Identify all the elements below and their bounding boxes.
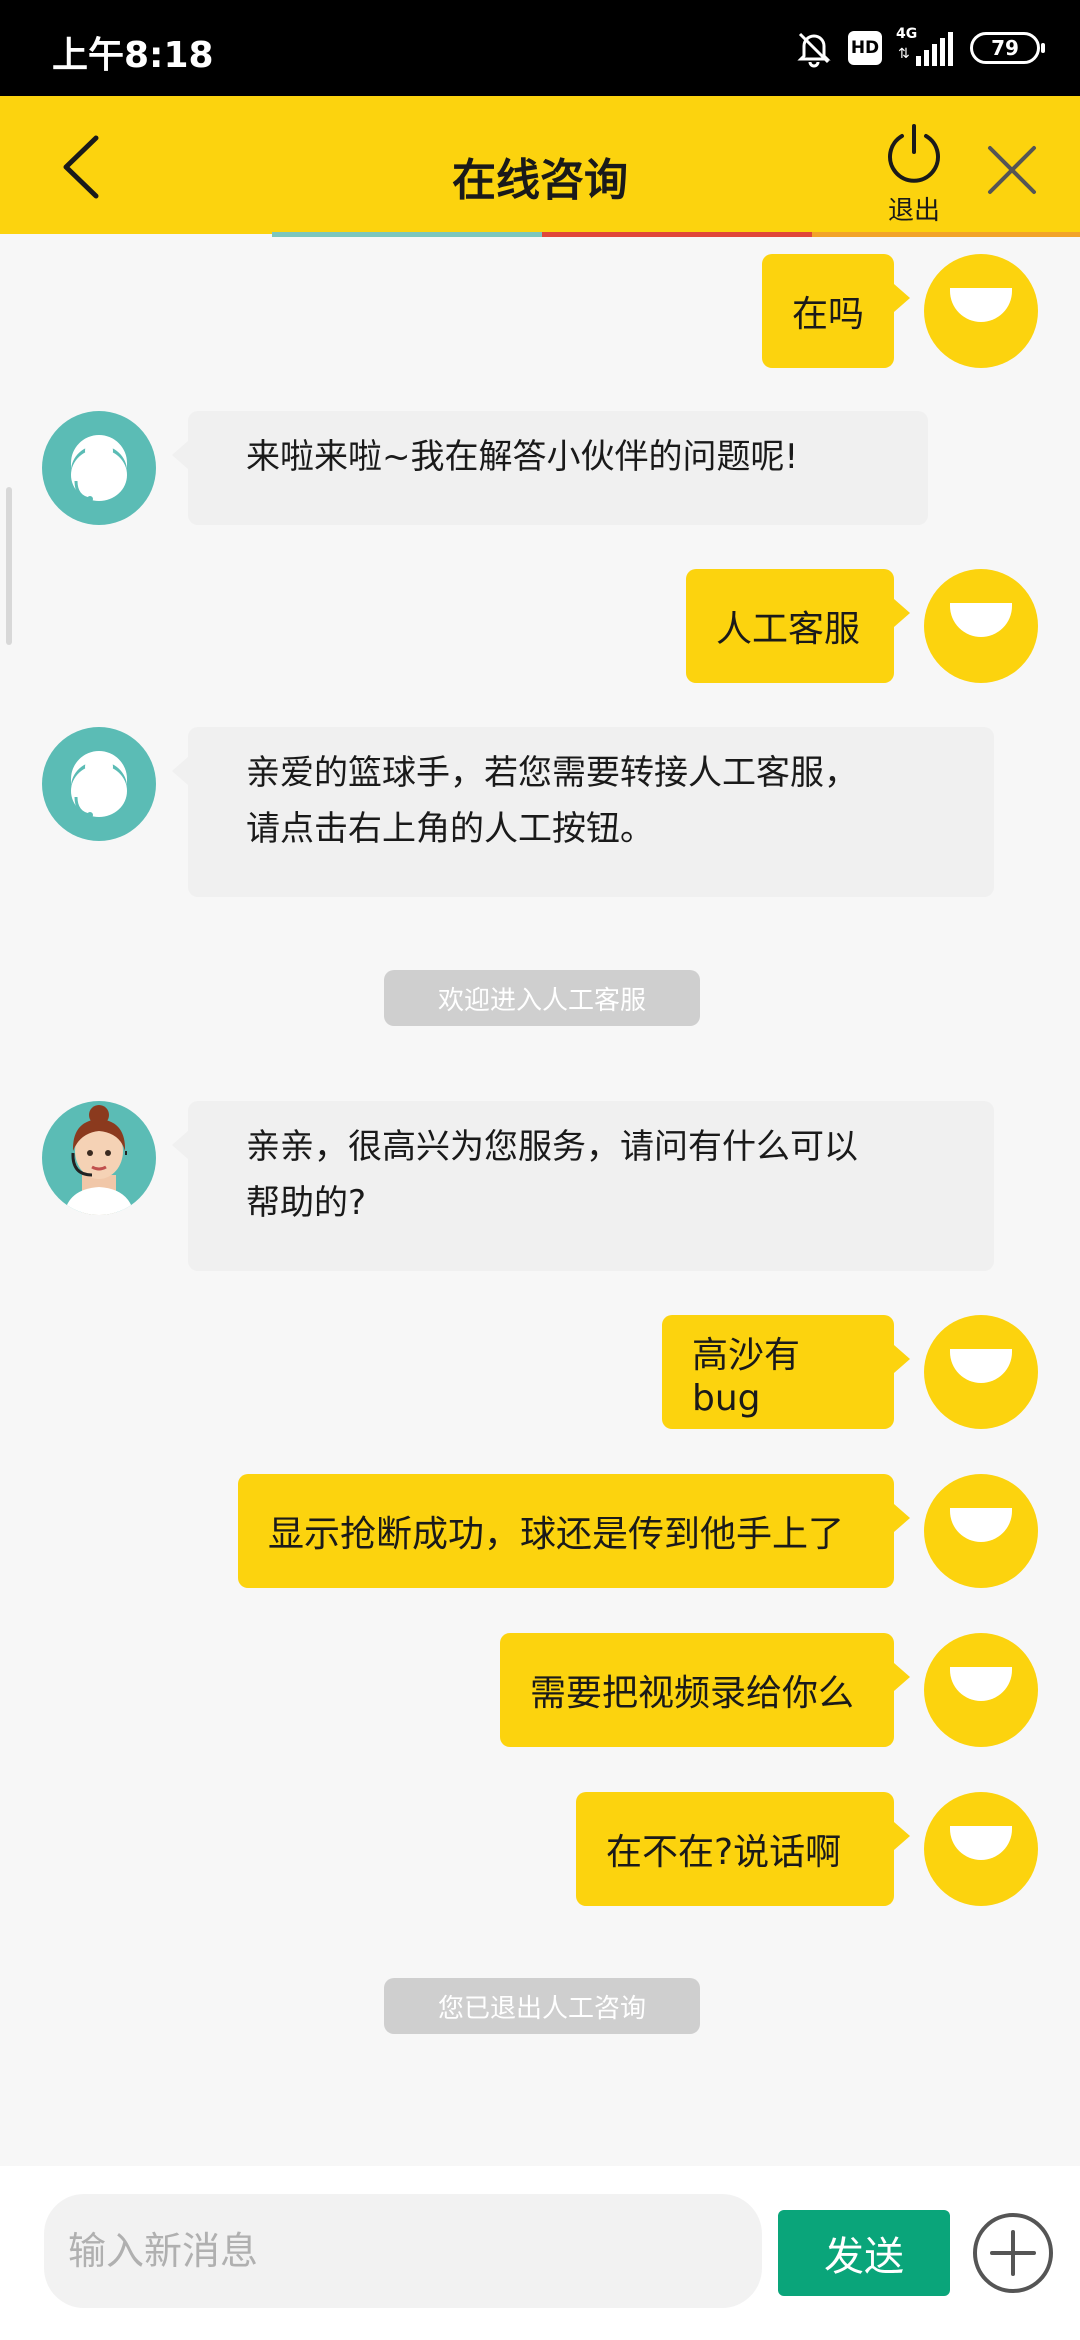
back-button[interactable]: [56, 132, 116, 202]
message-text: 在吗: [792, 294, 865, 335]
user-avatar[interactable]: [924, 1633, 1038, 1747]
battery-icon: 79: [970, 32, 1045, 64]
bot-avatar: [42, 727, 156, 841]
user-avatar[interactable]: [924, 569, 1038, 683]
bot-avatar-icon: [71, 751, 127, 818]
agent-avatar-icon: [64, 1105, 134, 1215]
message-text: 来啦来啦~我在解答小伙伴的问题呢!: [246, 437, 799, 477]
status-bar: 上午8:18 HD 4G ⇅ 79: [0, 0, 1080, 96]
user-avatar[interactable]: [924, 1474, 1038, 1588]
bot-message-bubble: 来啦来啦~我在解答小伙伴的问题呢!: [172, 411, 928, 525]
user-avatar[interactable]: [924, 254, 1038, 368]
hd-badge: HD: [848, 31, 882, 65]
agent-message-bubble: 亲亲，很高兴为您服务，请问有什么可以 帮助的?: [172, 1101, 994, 1271]
scroll-indicator[interactable]: [6, 487, 12, 645]
user-message-bubble: 显示抢断成功，球还是传到他手上了: [238, 1474, 910, 1588]
message-line: 亲亲，很高兴为您服务，请问有什么可以: [246, 1127, 858, 1167]
message-text: 人工客服: [716, 609, 861, 650]
user-message-bubble: 在不在?说话啊: [576, 1792, 910, 1906]
close-button[interactable]: [982, 140, 1042, 200]
send-button[interactable]: 发送: [778, 2210, 950, 2296]
chat-area[interactable]: 在吗 来啦来啦~我在解答小伙伴的问题呢! 人工客服 亲爱的篮球手，若您需要转接人…: [0, 237, 1080, 2047]
user-message-bubble: 在吗: [762, 254, 910, 368]
message-text: 高沙有bug: [692, 1334, 801, 1419]
status-time: 上午8:18: [52, 35, 214, 76]
logout-label: 退出: [887, 196, 940, 226]
plus-circle-icon: [973, 2213, 1053, 2293]
message-line: 亲爱的篮球手，若您需要转接人工客服，: [246, 753, 858, 793]
message-line: 请点击右上角的人工按钮。: [246, 809, 654, 849]
bot-message-bubble: 亲爱的篮球手，若您需要转接人工客服， 请点击右上角的人工按钮。: [172, 727, 994, 897]
power-icon: [888, 124, 940, 183]
user-message-bubble: 高沙有bug: [662, 1315, 910, 1429]
logout-button[interactable]: 退出: [872, 122, 956, 234]
message-input[interactable]: [44, 2194, 762, 2308]
network-type: 4G: [896, 26, 918, 42]
header-bar: 在线咨询 退出: [0, 96, 1080, 234]
system-notice: 您已退出人工咨询: [384, 1978, 700, 2034]
message-line: 帮助的?: [246, 1183, 367, 1223]
composer-bar: 发送: [0, 2166, 1080, 2340]
message-text: 需要把视频录给你么: [530, 1673, 855, 1714]
more-button[interactable]: [970, 2210, 1056, 2296]
system-notice: 欢迎进入人工客服: [384, 970, 700, 1026]
agent-avatar: [42, 1101, 156, 1215]
user-avatar[interactable]: [924, 1792, 1038, 1906]
status-icons: HD 4G ⇅ 79: [794, 26, 1045, 70]
message-text: 在不在?说话啊: [606, 1832, 842, 1873]
bot-avatar: [42, 411, 156, 525]
user-message-bubble: 人工客服: [686, 569, 910, 683]
user-message-bubble: 需要把视频录给你么: [500, 1633, 910, 1747]
back-arrow-icon: [63, 135, 99, 199]
close-icon: [988, 146, 1036, 194]
battery-level: 79: [991, 36, 1019, 60]
user-avatar[interactable]: [924, 1315, 1038, 1429]
mute-bell-icon: [794, 28, 834, 68]
bot-avatar-icon: [71, 435, 127, 502]
signal-icon: 4G ⇅: [896, 26, 956, 68]
message-text: 显示抢断成功，球还是传到他手上了: [268, 1514, 845, 1555]
